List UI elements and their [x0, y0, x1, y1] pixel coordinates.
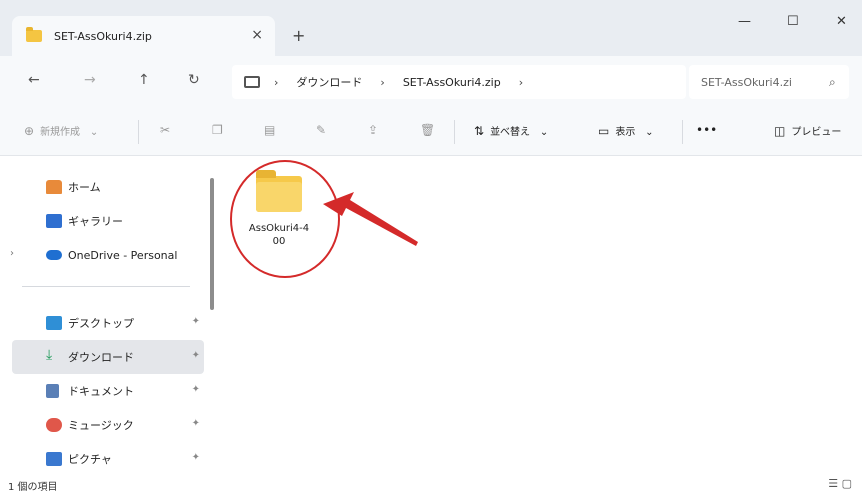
onedrive-icon	[46, 250, 62, 260]
pin-icon: ✦	[191, 452, 200, 463]
plus-circle-icon: ⊕	[24, 124, 35, 138]
annotation-arrow	[323, 192, 418, 246]
sidebar-item-pictures[interactable]: ピクチャ ✦	[12, 442, 204, 476]
rename-button[interactable]: ✎	[316, 123, 326, 137]
preview-label: プレビュー	[791, 127, 842, 138]
chevron-down-icon: ⌄	[89, 127, 99, 138]
breadcrumb[interactable]: › ダウンロード › SET-AssOkuri4.zip ›	[232, 65, 686, 99]
sort-button[interactable]: ⇅ 並べ替え ⌄	[474, 123, 548, 138]
toolbar-divider	[682, 120, 683, 144]
home-icon	[46, 180, 62, 194]
sidebar-item-label: ダウンロード	[68, 351, 134, 364]
rename-icon: ✎	[316, 123, 327, 137]
more-options-button[interactable]: •••	[696, 123, 717, 137]
desktop-icon	[46, 316, 62, 330]
search-input[interactable]: SET-AssOkuri4.zi	[701, 76, 825, 89]
view-label: 表示	[615, 127, 636, 138]
new-tab-button[interactable]: +	[292, 26, 305, 45]
paste-button[interactable]: ▤	[264, 123, 275, 137]
file-list: AssOkuri4-400	[218, 156, 862, 476]
arrow-icon	[323, 192, 418, 246]
sidebar-item-documents[interactable]: ドキュメント ✦	[12, 374, 204, 408]
pin-icon: ✦	[191, 350, 200, 361]
tiles-view-icon[interactable]: ▢	[842, 477, 852, 490]
sidebar-scrollbar[interactable]	[210, 178, 214, 310]
sidebar-item-label: ミュージック	[68, 419, 134, 432]
music-icon	[46, 418, 62, 432]
status-bar: 1 個の項目 ☰ ▢	[0, 476, 862, 493]
sidebar-item-label: ギャラリー	[68, 215, 123, 228]
pin-icon: ✦	[191, 384, 200, 395]
tab-active[interactable]: SET-AssOkuri4.zip ×	[12, 16, 275, 56]
cut-button[interactable]: ✂	[160, 123, 170, 137]
pictures-icon	[46, 452, 62, 466]
trash-icon: 🗑	[420, 123, 436, 137]
view-button[interactable]: ▭ 表示 ⌄	[598, 123, 654, 138]
details-view-icon[interactable]: ☰	[828, 477, 838, 490]
view-toggle[interactable]: ☰ ▢	[828, 477, 852, 490]
breadcrumb-separator: ›	[518, 75, 524, 89]
breadcrumb-downloads[interactable]: ダウンロード	[296, 74, 362, 90]
scissors-icon: ✂	[160, 123, 171, 137]
sidebar-item-label: ホーム	[68, 181, 101, 194]
share-icon: ⇪	[368, 123, 379, 137]
download-icon: ⤓	[46, 347, 53, 363]
toolbar-divider	[454, 120, 455, 144]
minimize-button[interactable]: —	[738, 14, 751, 29]
tab-close-button[interactable]: ×	[251, 27, 263, 43]
up-button[interactable]: ↑	[138, 72, 150, 88]
breadcrumb-separator: ›	[380, 75, 385, 89]
sidebar-item-label: ドキュメント	[68, 385, 134, 398]
pin-icon: ✦	[191, 316, 200, 327]
sidebar-item-label: デスクトップ	[68, 317, 134, 330]
search-box[interactable]: SET-AssOkuri4.zi ⌕	[689, 65, 849, 99]
tab-title: SET-AssOkuri4.zip	[54, 29, 152, 43]
chevron-down-icon: ⌄	[645, 127, 654, 138]
sort-icon: ⇅	[474, 124, 485, 138]
preview-pane-icon: ◫	[774, 124, 786, 138]
delete-button[interactable]: 🗑	[420, 123, 435, 137]
pc-icon	[244, 76, 260, 88]
copy-button[interactable]: ❐	[212, 123, 223, 137]
clipboard-icon: ▤	[264, 123, 276, 137]
title-bar: SET-AssOkuri4.zip × + — ☐ ✕	[0, 0, 862, 56]
close-button[interactable]: ✕	[836, 14, 847, 29]
share-button[interactable]: ⇪	[368, 123, 378, 137]
sort-label: 並べ替え	[490, 127, 531, 138]
copy-icon: ❐	[212, 123, 223, 137]
view-icon: ▭	[598, 124, 610, 138]
folder-icon	[26, 27, 42, 42]
sidebar-divider	[22, 286, 190, 287]
toolbar-divider	[138, 120, 139, 144]
navigation-pane: ホーム ギャラリー › OneDrive - Personal デスクトップ ✦…	[0, 156, 218, 476]
pin-icon: ✦	[191, 418, 200, 429]
forward-button[interactable]: →	[84, 72, 96, 88]
documents-icon	[46, 384, 59, 398]
preview-button[interactable]: ◫ プレビュー	[774, 123, 841, 138]
sidebar-item-downloads[interactable]: ⤓ ダウンロード ✦	[12, 340, 204, 374]
gallery-icon	[46, 214, 62, 228]
sidebar-item-onedrive[interactable]: › OneDrive - Personal	[10, 238, 204, 272]
sidebar-item-gallery[interactable]: ギャラリー	[12, 204, 204, 238]
breadcrumb-separator: ›	[274, 75, 279, 89]
refresh-button[interactable]: ↻	[188, 72, 200, 88]
search-icon: ⌕	[829, 74, 836, 89]
command-bar: ⊕ 新規作成 ⌄ ✂ ❐ ▤ ✎ ⇪ 🗑 ⇅ 並べ替え ⌄ ▭ 表示 ⌄ ••• ◫ プ…	[0, 108, 862, 156]
maximize-button[interactable]: ☐	[787, 14, 799, 29]
sidebar-item-desktop[interactable]: デスクトップ ✦	[12, 306, 204, 340]
sidebar-item-label: OneDrive - Personal	[68, 248, 178, 262]
sidebar-item-label: ピクチャ	[68, 453, 112, 466]
breadcrumb-zip[interactable]: SET-AssOkuri4.zip	[403, 76, 501, 89]
item-count: 1 個の項目	[8, 482, 58, 493]
chevron-right-icon[interactable]: ›	[10, 248, 14, 259]
sidebar-item-home[interactable]: ホーム	[12, 170, 204, 204]
back-button[interactable]: ←	[28, 72, 40, 88]
sidebar-item-music[interactable]: ミュージック ✦	[12, 408, 204, 442]
new-button[interactable]: ⊕ 新規作成 ⌄	[24, 123, 98, 138]
new-label: 新規作成	[40, 127, 81, 138]
chevron-down-icon: ⌄	[539, 127, 549, 138]
address-bar: ← → ↑ ↻ › ダウンロード › SET-AssOkuri4.zip › S…	[0, 56, 862, 108]
